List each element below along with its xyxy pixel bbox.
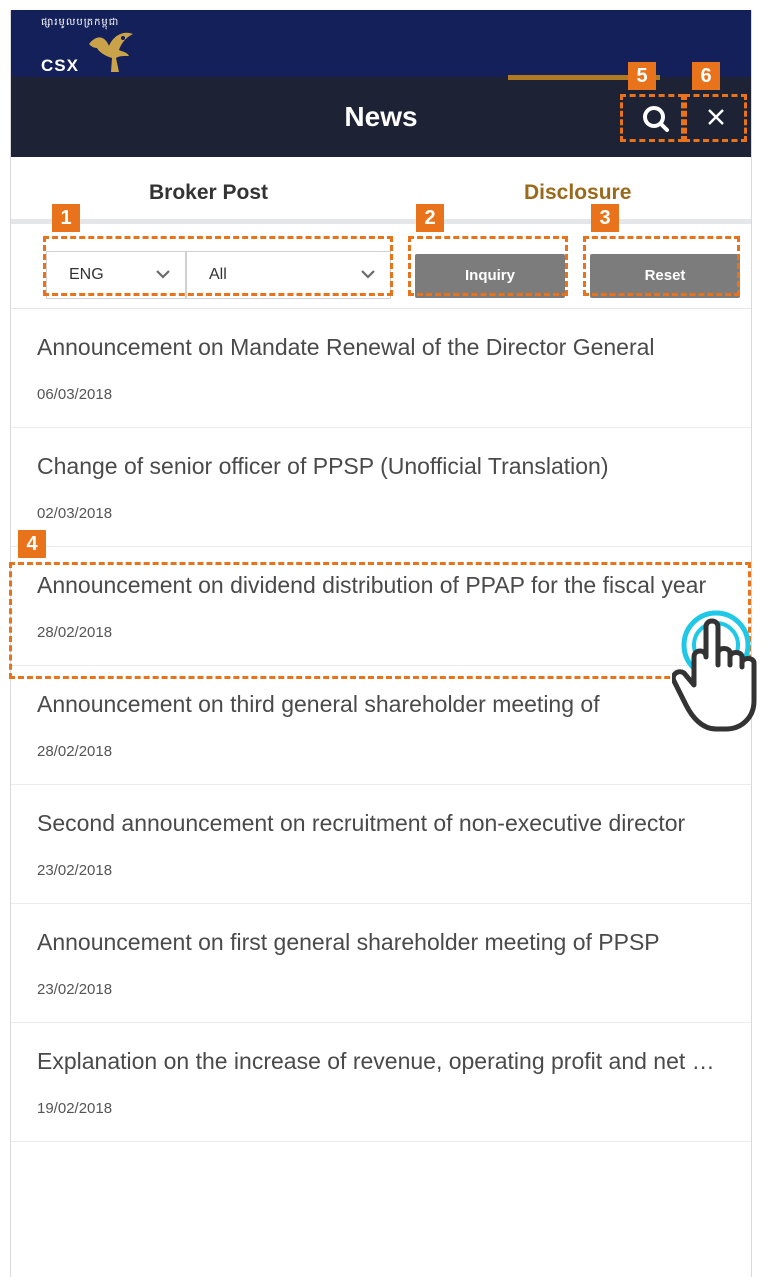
- news-title: Explanation on the increase of revenue, …: [37, 1048, 727, 1074]
- tab-broker-post[interactable]: Broker Post: [149, 181, 268, 205]
- list-item[interactable]: Explanation on the increase of revenue, …: [11, 1023, 751, 1142]
- news-date: 02/03/2018: [37, 505, 113, 522]
- list-item[interactable]: Announcement on Mandate Renewal of the D…: [11, 309, 751, 428]
- tab-disclosure[interactable]: Disclosure: [524, 181, 631, 205]
- list-item[interactable]: Announcement on first general shareholde…: [11, 904, 751, 1023]
- callout-box-filters: [43, 236, 393, 296]
- callout-badge-4: 4: [18, 530, 46, 558]
- callout-badge-2: 2: [416, 204, 444, 232]
- news-date: 06/03/2018: [37, 386, 113, 403]
- list-item[interactable]: Change of senior officer of PPSP (Unoffi…: [11, 428, 751, 547]
- callout-box-reset: [583, 236, 740, 296]
- callout-badge-5: 5: [628, 62, 656, 90]
- list-item[interactable]: Announcement on third general shareholde…: [11, 666, 751, 785]
- pointing-hand-icon: [672, 610, 757, 732]
- news-title: Announcement on third general shareholde…: [37, 691, 600, 717]
- bird-logo-icon: [89, 32, 133, 72]
- news-date: 23/02/2018: [37, 862, 113, 879]
- news-date: 23/02/2018: [37, 981, 113, 998]
- callout-box-inquiry: [408, 236, 568, 296]
- news-date: 19/02/2018: [37, 1100, 113, 1117]
- news-title: Change of senior officer of PPSP (Unoffi…: [37, 453, 609, 479]
- brand-short-name: CSX: [41, 56, 79, 75]
- callout-badge-3: 3: [591, 204, 619, 232]
- news-list: Announcement on Mandate Renewal of the D…: [11, 309, 751, 1142]
- callout-box-search: [620, 94, 684, 142]
- news-title: Second announcement on recruitment of no…: [37, 810, 686, 836]
- tab-bar: Broker Post Disclosure: [11, 157, 751, 224]
- news-date: 28/02/2018: [37, 743, 113, 760]
- list-item[interactable]: Second announcement on recruitment of no…: [11, 785, 751, 904]
- callout-badge-1: 1: [52, 204, 80, 232]
- news-title: Announcement on first general shareholde…: [37, 929, 660, 955]
- news-title: Announcement on Mandate Renewal of the D…: [37, 334, 655, 360]
- callout-badge-6: 6: [692, 62, 720, 90]
- callout-box-close: [684, 94, 747, 142]
- callout-box-news-item: [9, 562, 751, 679]
